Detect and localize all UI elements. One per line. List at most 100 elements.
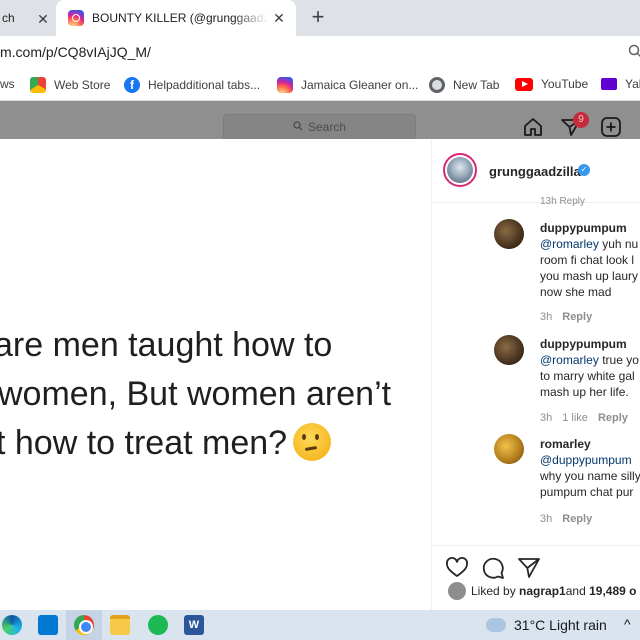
yahoo-mail-icon: [601, 78, 617, 90]
comment-text-line: pumpum chat pur: [540, 485, 634, 499]
bookmark-label: Yah: [625, 77, 640, 91]
screen: ch ✕ BOUNTY KILLER (@grunggaadzilla) ✕ +…: [0, 0, 640, 640]
comment-username[interactable]: duppypumpum: [540, 221, 627, 235]
bookmark-label: Jamaica Gleaner on...: [301, 78, 419, 92]
comment-text-line: now she mad: [540, 285, 612, 299]
reply-button[interactable]: Reply: [562, 311, 592, 323]
comment-text-line: you mash up laury: [540, 269, 639, 283]
bookmark-news[interactable]: ws: [0, 77, 15, 91]
tab-previous[interactable]: ch ✕: [0, 0, 56, 36]
tab-instagram-post[interactable]: BOUNTY KILLER (@grunggaadzilla) ✕: [56, 0, 296, 36]
url-text[interactable]: m.com/p/CQ8vIAjJQ_M/: [0, 44, 151, 60]
avatar[interactable]: [443, 153, 477, 187]
notification-badge: 9: [573, 112, 589, 128]
comment-username[interactable]: duppypumpum: [540, 337, 627, 351]
likes-count[interactable]: 19,489 o: [589, 584, 636, 598]
instagram-favicon-icon: [68, 10, 84, 26]
comment-meta: 3h Reply: [540, 311, 602, 323]
comment-mention[interactable]: @duppypumpum: [540, 453, 632, 467]
share-icon[interactable]: [517, 556, 541, 580]
post-image[interactable]: are men taught how to women, But women a…: [0, 139, 432, 610]
reply-button[interactable]: Reply: [598, 412, 628, 424]
reply-button[interactable]: Reply: [562, 513, 592, 525]
like-heart-icon[interactable]: [445, 556, 469, 580]
comment-username[interactable]: romarley: [540, 437, 591, 451]
avatar[interactable]: [494, 335, 524, 365]
bookmark-youtube[interactable]: YouTube: [515, 77, 588, 91]
spotify-icon[interactable]: [148, 615, 168, 635]
web-store-icon: [30, 77, 46, 93]
bookmark-yahoo[interactable]: Yah: [601, 77, 640, 91]
bookmark-new-tab[interactable]: New Tab: [429, 77, 499, 93]
new-tab-button[interactable]: +: [306, 5, 330, 29]
post-line-text: t how to treat men?: [0, 424, 288, 462]
bookmark-label: YouTube: [541, 77, 589, 91]
comment-likes[interactable]: 1 like: [562, 412, 588, 424]
comment-text: yuh nu: [598, 237, 639, 251]
bookmark-facebook[interactable]: f Helpadditional tabs...: [124, 77, 260, 93]
avatar[interactable]: [494, 219, 524, 249]
thinking-face-emoji-icon: [293, 423, 332, 462]
comment-time: 3h: [540, 311, 553, 323]
instagram-top-nav: Search: [0, 101, 640, 140]
windows-taskbar: W 31°C Light rain ^: [0, 610, 640, 640]
verified-badge-icon: ✓: [578, 164, 590, 176]
avatar[interactable]: [448, 582, 466, 600]
likes-mid: and: [565, 584, 586, 598]
zoom-icon[interactable]: [628, 44, 640, 61]
comment-text: true yo: [598, 353, 639, 367]
close-tab-icon[interactable]: ✕: [34, 10, 52, 28]
show-hidden-icons-chevron-icon[interactable]: ^: [624, 616, 631, 632]
comment-text-line: @romarley true yo: [540, 352, 639, 368]
bookmark-label: Helpadditional tabs...: [148, 78, 261, 92]
comment-text-line: to marry white gal: [540, 369, 635, 383]
bookmark-label: Web Store: [54, 78, 111, 92]
avatar[interactable]: [494, 434, 524, 464]
search-input[interactable]: Search: [223, 114, 416, 140]
comment-time: 3h: [540, 412, 553, 424]
search-icon: [293, 120, 303, 134]
avatar-photo: [447, 157, 473, 183]
bookmark-web-store[interactable]: Web Store: [30, 77, 110, 93]
new-post-icon[interactable]: [600, 116, 622, 138]
youtube-icon: [515, 77, 533, 91]
edge-icon[interactable]: [2, 615, 22, 635]
likes-prefix: Liked by: [471, 584, 516, 598]
comment-bubble-icon[interactable]: [481, 556, 505, 580]
comment-text-line: @romarley yuh nu: [540, 236, 638, 252]
address-bar[interactable]: m.com/p/CQ8vIAjJQ_M/: [0, 36, 640, 70]
close-tab-icon[interactable]: ✕: [270, 9, 288, 27]
comment-text-line: why you name silly: [540, 469, 640, 483]
post-line: are men taught how to: [0, 326, 333, 364]
weather-text: 31°C Light rain: [514, 617, 607, 633]
chrome-icon[interactable]: [74, 615, 94, 635]
tab-title: BOUNTY KILLER (@grunggaadzilla): [92, 11, 268, 25]
browser-tab-strip: ch ✕ BOUNTY KILLER (@grunggaadzilla) ✕ +: [0, 0, 640, 36]
post-header: grunggaadzilla ✓ 13h Reply: [432, 139, 640, 207]
mail-icon[interactable]: [38, 615, 58, 635]
comment-text-line: @duppypumpum: [540, 452, 632, 468]
post-detail-pane: grunggaadzilla ✓ 13h Reply duppypumpum @…: [432, 139, 640, 610]
bookmarks-bar: ws Web Store f Helpadditional tabs... Ja…: [0, 70, 640, 101]
file-explorer-icon[interactable]: [110, 615, 130, 635]
post-line: women, But women aren’t: [0, 375, 392, 413]
search-placeholder: Search: [307, 120, 347, 134]
comment-text-line: room fi chat look l: [540, 253, 635, 267]
weather-widget[interactable]: 31°C Light rain: [486, 617, 607, 633]
comment-meta: 3h 1 like Reply: [540, 412, 638, 424]
comment-mention[interactable]: @romarley: [540, 237, 599, 251]
word-icon[interactable]: W: [184, 615, 204, 635]
rain-cloud-icon: [486, 618, 506, 632]
post-owner-username[interactable]: grunggaadzilla: [489, 164, 581, 179]
comment-mention[interactable]: @romarley: [540, 353, 599, 367]
liked-by-user[interactable]: nagrap1: [519, 584, 566, 598]
comment-meta: 3h Reply: [540, 513, 602, 525]
home-icon[interactable]: [522, 116, 544, 138]
comment-time: 3h: [540, 513, 553, 525]
globe-icon: [429, 77, 445, 93]
facebook-icon: f: [124, 77, 140, 93]
post-line: t how to treat men?: [0, 419, 332, 468]
bookmark-jamaica-gleaner[interactable]: Jamaica Gleaner on...: [277, 77, 418, 93]
instagram-icon: [277, 77, 293, 93]
tab-title: ch: [2, 11, 15, 25]
